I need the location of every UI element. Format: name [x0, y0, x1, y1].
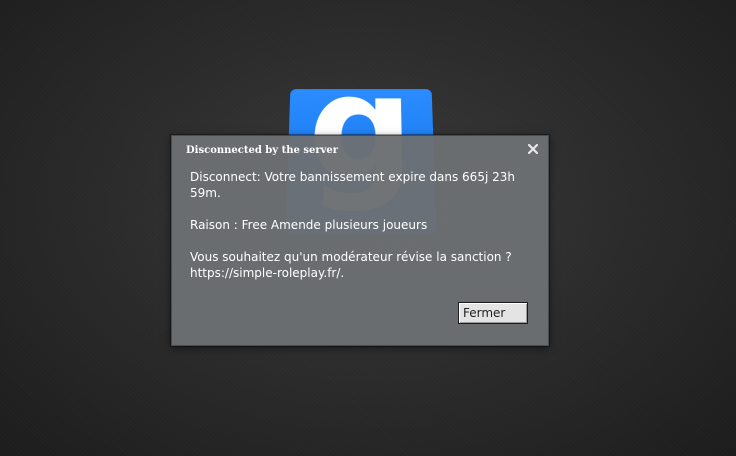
message-line-appeal: Vous souhaitez qu'un modérateur révise l… [190, 250, 512, 280]
message-line-disconnect: Disconnect: Votre bannissement expire da… [190, 170, 515, 200]
dialog-message: Disconnect: Votre bannissement expire da… [190, 169, 520, 281]
close-button[interactable] [526, 142, 540, 156]
fermer-button[interactable]: Fermer [458, 302, 528, 324]
close-icon [527, 143, 539, 155]
disconnect-dialog: Disconnected by the server Disconnect: V… [171, 135, 549, 346]
dialog-title: Disconnected by the server [186, 145, 339, 156]
message-line-reason: Raison : Free Amende plusieurs joueurs [190, 218, 428, 232]
